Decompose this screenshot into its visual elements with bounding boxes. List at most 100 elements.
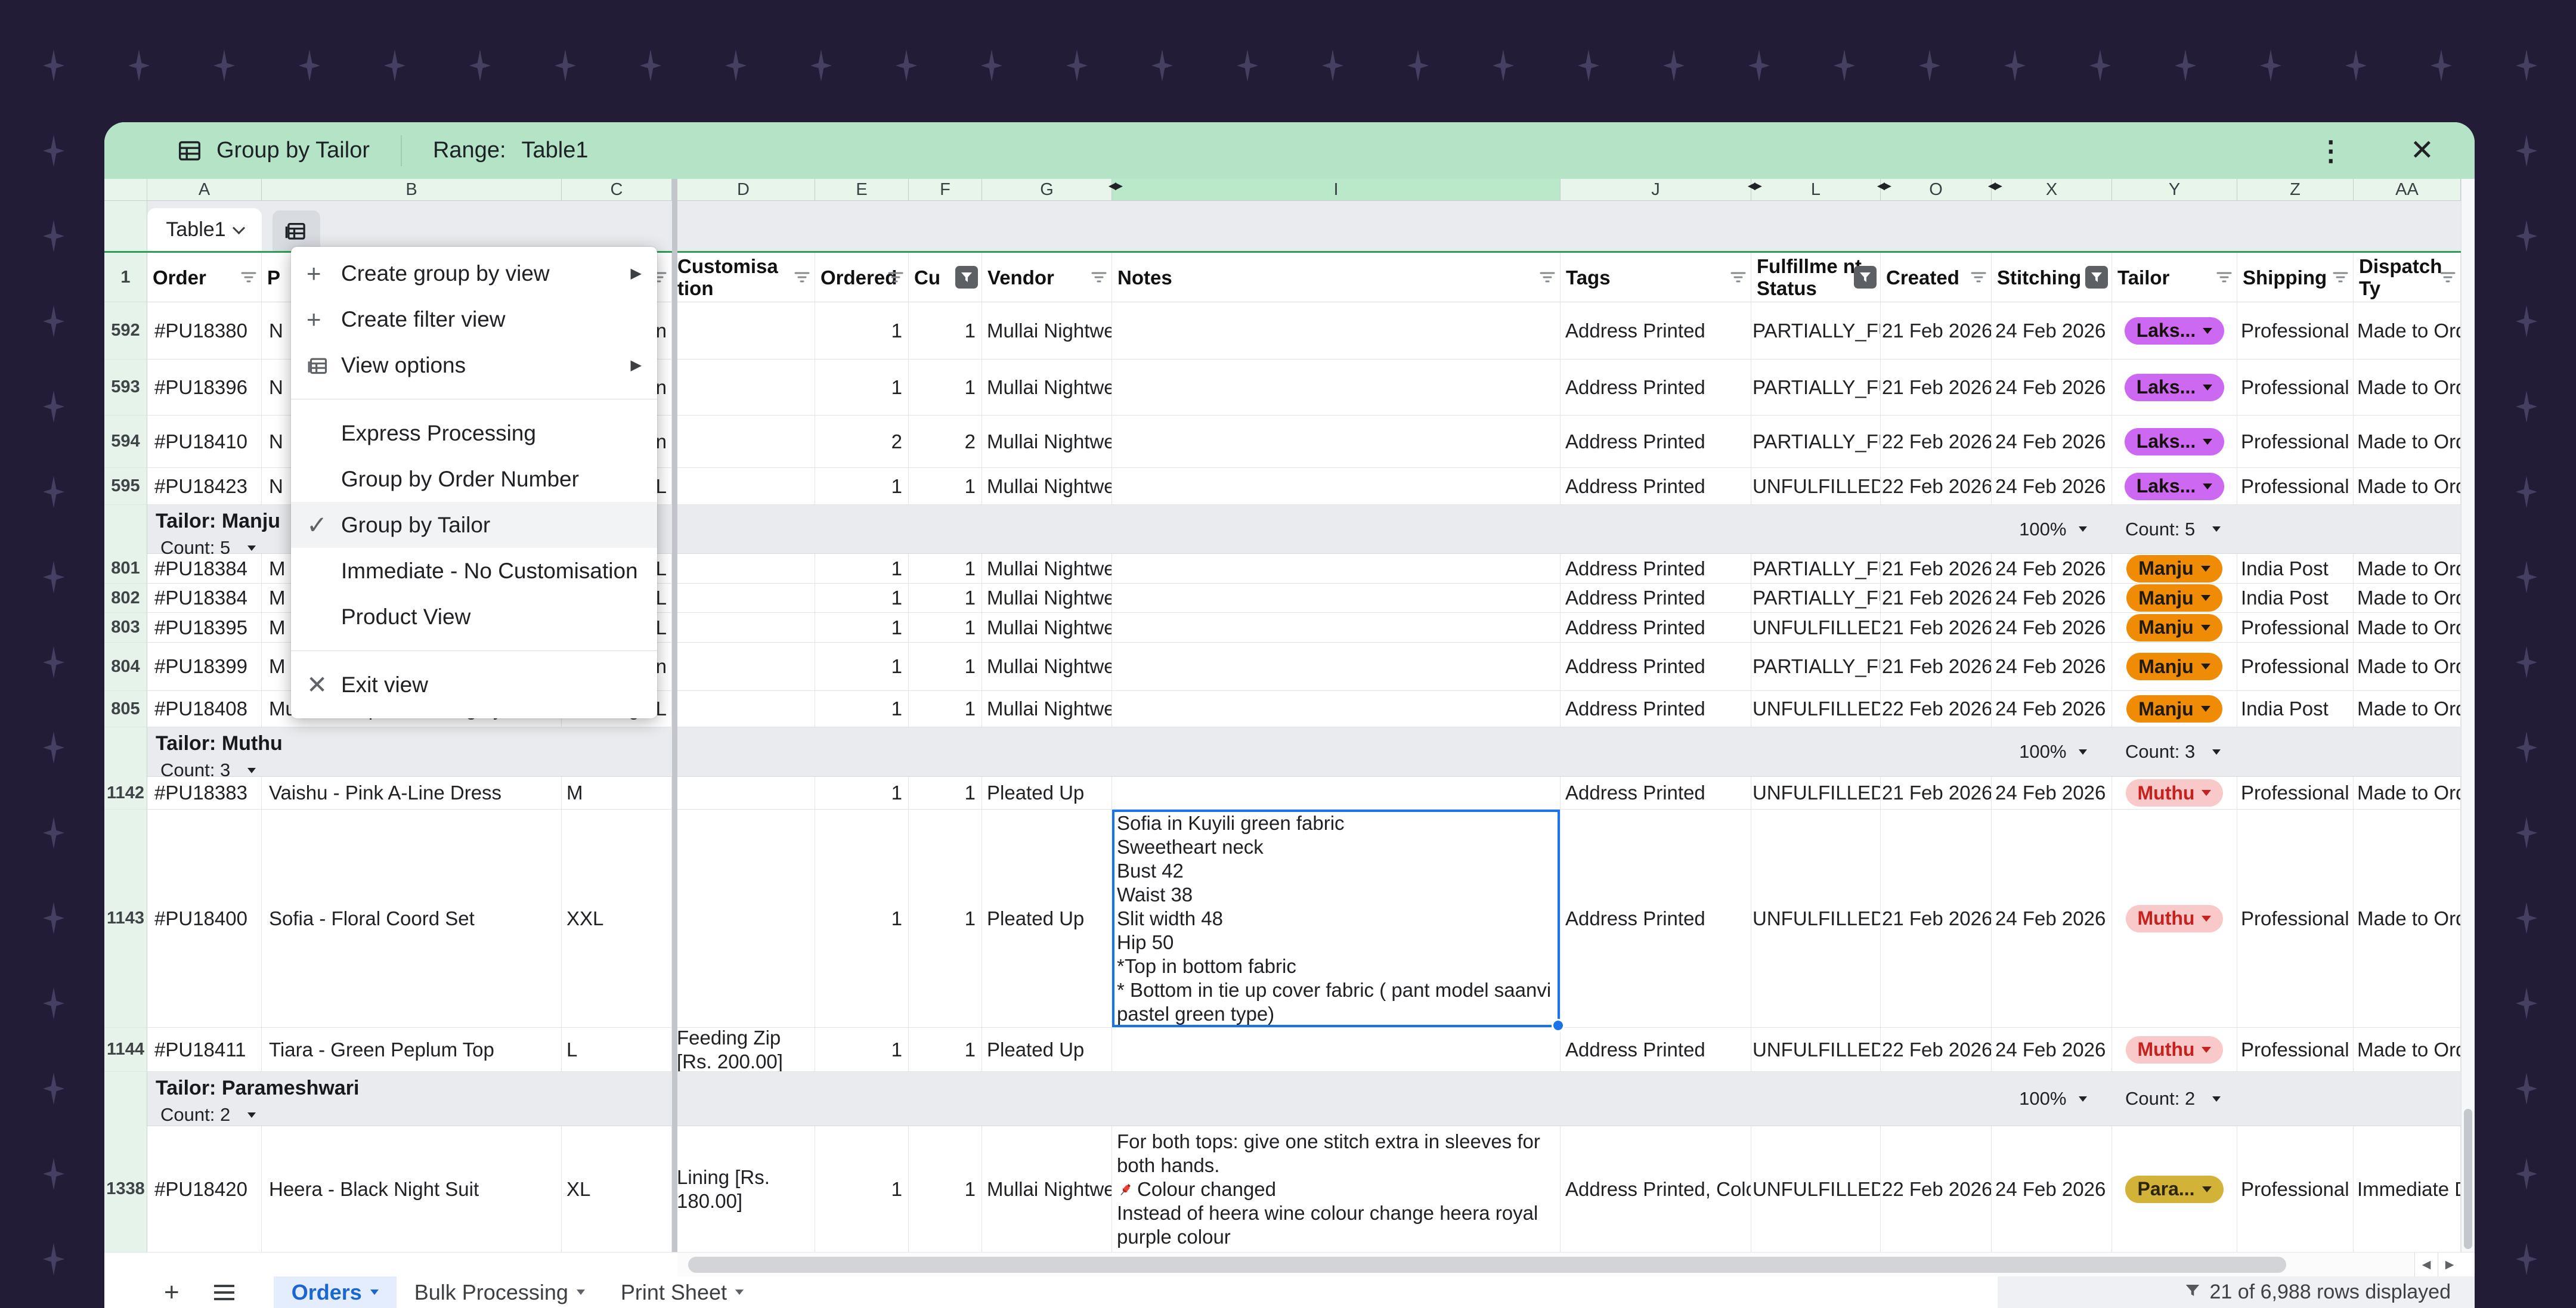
sheet-list-icon[interactable] xyxy=(214,1276,234,1308)
cell-ordered[interactable]: 1 xyxy=(815,643,909,691)
cell-created[interactable]: 21 Feb 2026 xyxy=(1881,777,1992,810)
cell-current[interactable]: 1 xyxy=(909,1126,982,1253)
tab-orders[interactable]: Orders xyxy=(274,1276,397,1308)
cell-order[interactable]: #PU18395 xyxy=(147,613,262,643)
header-created[interactable]: Created xyxy=(1881,253,1992,302)
cell-tags[interactable]: Address Printed xyxy=(1561,554,1751,584)
cell-order[interactable]: #PU18420 xyxy=(147,1126,262,1253)
cell-product[interactable]: Sofia - Floral Coord Set xyxy=(262,810,562,1028)
cell-shipping[interactable]: Professional xyxy=(2237,1028,2354,1072)
cell-dispatch[interactable]: Made to Orde xyxy=(2354,302,2461,359)
cell-vendor[interactable]: Mullai Nightwe xyxy=(982,468,1112,505)
column-letter-AA[interactable]: AA xyxy=(2354,179,2461,200)
cell-ordered[interactable]: 1 xyxy=(815,1028,909,1072)
cell-tailor[interactable]: Muthu xyxy=(2112,1028,2237,1072)
header-current[interactable]: Cu xyxy=(909,253,982,302)
cell-notes[interactable] xyxy=(1112,416,1561,468)
cell-current[interactable]: 1 xyxy=(909,359,982,416)
cell-current[interactable]: 2 xyxy=(909,416,982,468)
cell-stitching[interactable]: 24 Feb 2026 xyxy=(1992,468,2112,505)
cell-tags[interactable]: Address Printed xyxy=(1561,691,1751,727)
filter-icon-notes[interactable] xyxy=(1538,269,1556,285)
header-tags[interactable]: Tags xyxy=(1561,253,1751,302)
cell-customisation[interactable] xyxy=(672,777,815,810)
cell-current[interactable]: 1 xyxy=(909,468,982,505)
cell-vendor[interactable]: Mullai Nightwe xyxy=(982,643,1112,691)
cell-current[interactable]: 1 xyxy=(909,691,982,727)
cell-vendor[interactable]: Mullai Nightwe xyxy=(982,613,1112,643)
cell-stitching[interactable]: 24 Feb 2026 xyxy=(1992,643,2112,691)
cell-dispatch[interactable]: Made to Orde xyxy=(2354,416,2461,468)
cell-ordered[interactable]: 1 xyxy=(815,584,909,613)
horizontal-scrollbar[interactable] xyxy=(677,1253,2461,1276)
cell-notes[interactable] xyxy=(1112,584,1561,613)
vertical-scrollbar[interactable] xyxy=(2461,179,2475,1252)
column-letter-J[interactable]: J◀▶ xyxy=(1561,179,1751,200)
cell-shipping[interactable]: Professional xyxy=(2237,468,2354,505)
cell-current[interactable]: 1 xyxy=(909,810,982,1028)
cell-fulfillment[interactable]: PARTIALLY_FU xyxy=(1751,359,1881,416)
cell-stitching[interactable]: 24 Feb 2026 xyxy=(1992,613,2112,643)
header-stitching[interactable]: Stitching xyxy=(1992,253,2112,302)
cell-fulfillment[interactable]: UNFULFILLED xyxy=(1751,810,1881,1028)
group-tailor-count[interactable]: Count: 3 xyxy=(2125,727,2221,776)
cell-created[interactable]: 22 Feb 2026 xyxy=(1881,416,1992,468)
cell-current[interactable]: 1 xyxy=(909,302,982,359)
cell-order[interactable]: #PU18396 xyxy=(147,359,262,416)
cell-stitching[interactable]: 24 Feb 2026 xyxy=(1992,359,2112,416)
menu-item-create-group-by-view[interactable]: +Create group by view▶ xyxy=(291,250,657,296)
cell-vendor[interactable]: Pleated Up xyxy=(982,777,1112,810)
cell-tags[interactable]: Address Printed xyxy=(1561,584,1751,613)
cell-current[interactable]: 1 xyxy=(909,554,982,584)
cell-notes[interactable] xyxy=(1112,691,1561,727)
cell-stitching[interactable]: 24 Feb 2026 xyxy=(1992,584,2112,613)
cell-tags[interactable]: Address Printed xyxy=(1561,777,1751,810)
filter-icon-fulfillment[interactable] xyxy=(1854,266,1877,289)
cell-tags[interactable]: Address Printed xyxy=(1561,468,1751,505)
column-letter-D[interactable]: D xyxy=(672,179,815,200)
group-stitching-aggregate[interactable]: 100% xyxy=(1992,727,2087,776)
menu-item-express-processing[interactable]: Express Processing xyxy=(291,410,657,456)
cell-order[interactable]: #PU18408 xyxy=(147,691,262,727)
cell-dispatch[interactable]: Made to Orde xyxy=(2354,359,2461,416)
cell-customisation[interactable]: Lining [Rs. 180.00] xyxy=(672,1126,815,1253)
cell-size[interactable]: M xyxy=(562,777,672,810)
header-customisation[interactable]: Customisa tion xyxy=(672,253,815,302)
cell-dispatch[interactable]: Made to Orde xyxy=(2354,810,2461,1028)
cell-created[interactable]: 21 Feb 2026 xyxy=(1881,613,1992,643)
menu-item-product-view[interactable]: Product View xyxy=(291,594,657,640)
cell-notes[interactable] xyxy=(1112,302,1561,359)
tailor-pill[interactable]: Manju xyxy=(2126,653,2222,680)
group-tailor-count[interactable]: Count: 5 xyxy=(2125,505,2221,553)
cell-tailor[interactable]: Manju xyxy=(2112,554,2237,584)
cell-dispatch[interactable]: Made to Orde xyxy=(2354,777,2461,810)
filter-icon-shipping[interactable] xyxy=(2332,269,2349,285)
cell-customisation[interactable] xyxy=(672,359,815,416)
cell-created[interactable]: 21 Feb 2026 xyxy=(1881,554,1992,584)
filter-icon-customisation[interactable] xyxy=(793,269,811,285)
cell-fulfillment[interactable]: PARTIALLY_FU xyxy=(1751,584,1881,613)
filter-icon-vendor[interactable] xyxy=(1090,269,1108,285)
cell-ordered[interactable]: 1 xyxy=(815,1126,909,1253)
cell-stitching[interactable]: 24 Feb 2026 xyxy=(1992,691,2112,727)
vertical-scroll-thumb[interactable] xyxy=(2464,1109,2472,1249)
column-letter-I[interactable]: I xyxy=(1112,179,1561,200)
filter-icon-stitching[interactable] xyxy=(2085,266,2108,289)
cell-created[interactable]: 21 Feb 2026 xyxy=(1881,302,1992,359)
column-letter-G[interactable]: G◀▶ xyxy=(982,179,1112,200)
header-notes[interactable]: Notes xyxy=(1112,253,1561,302)
cell-vendor[interactable]: Mullai Nightwe xyxy=(982,1126,1112,1253)
cell-shipping[interactable]: Professional xyxy=(2237,302,2354,359)
cell-customisation[interactable]: Feeding Zip [Rs. 200.00] xyxy=(672,1028,815,1072)
close-icon[interactable]: ✕ xyxy=(2410,137,2434,165)
hidden-columns-icon[interactable]: ◀▶ xyxy=(1877,180,1890,192)
cell-customisation[interactable] xyxy=(672,613,815,643)
cell-customisation[interactable] xyxy=(672,691,815,727)
cell-shipping[interactable]: Professional xyxy=(2237,777,2354,810)
cell-dispatch[interactable]: Made to Orde xyxy=(2354,584,2461,613)
cell-order[interactable]: #PU18380 xyxy=(147,302,262,359)
cell-created[interactable]: 21 Feb 2026 xyxy=(1881,584,1992,613)
header-vendor[interactable]: Vendor xyxy=(982,253,1112,302)
cell-shipping[interactable]: India Post xyxy=(2237,584,2354,613)
cell-customisation[interactable] xyxy=(672,468,815,505)
